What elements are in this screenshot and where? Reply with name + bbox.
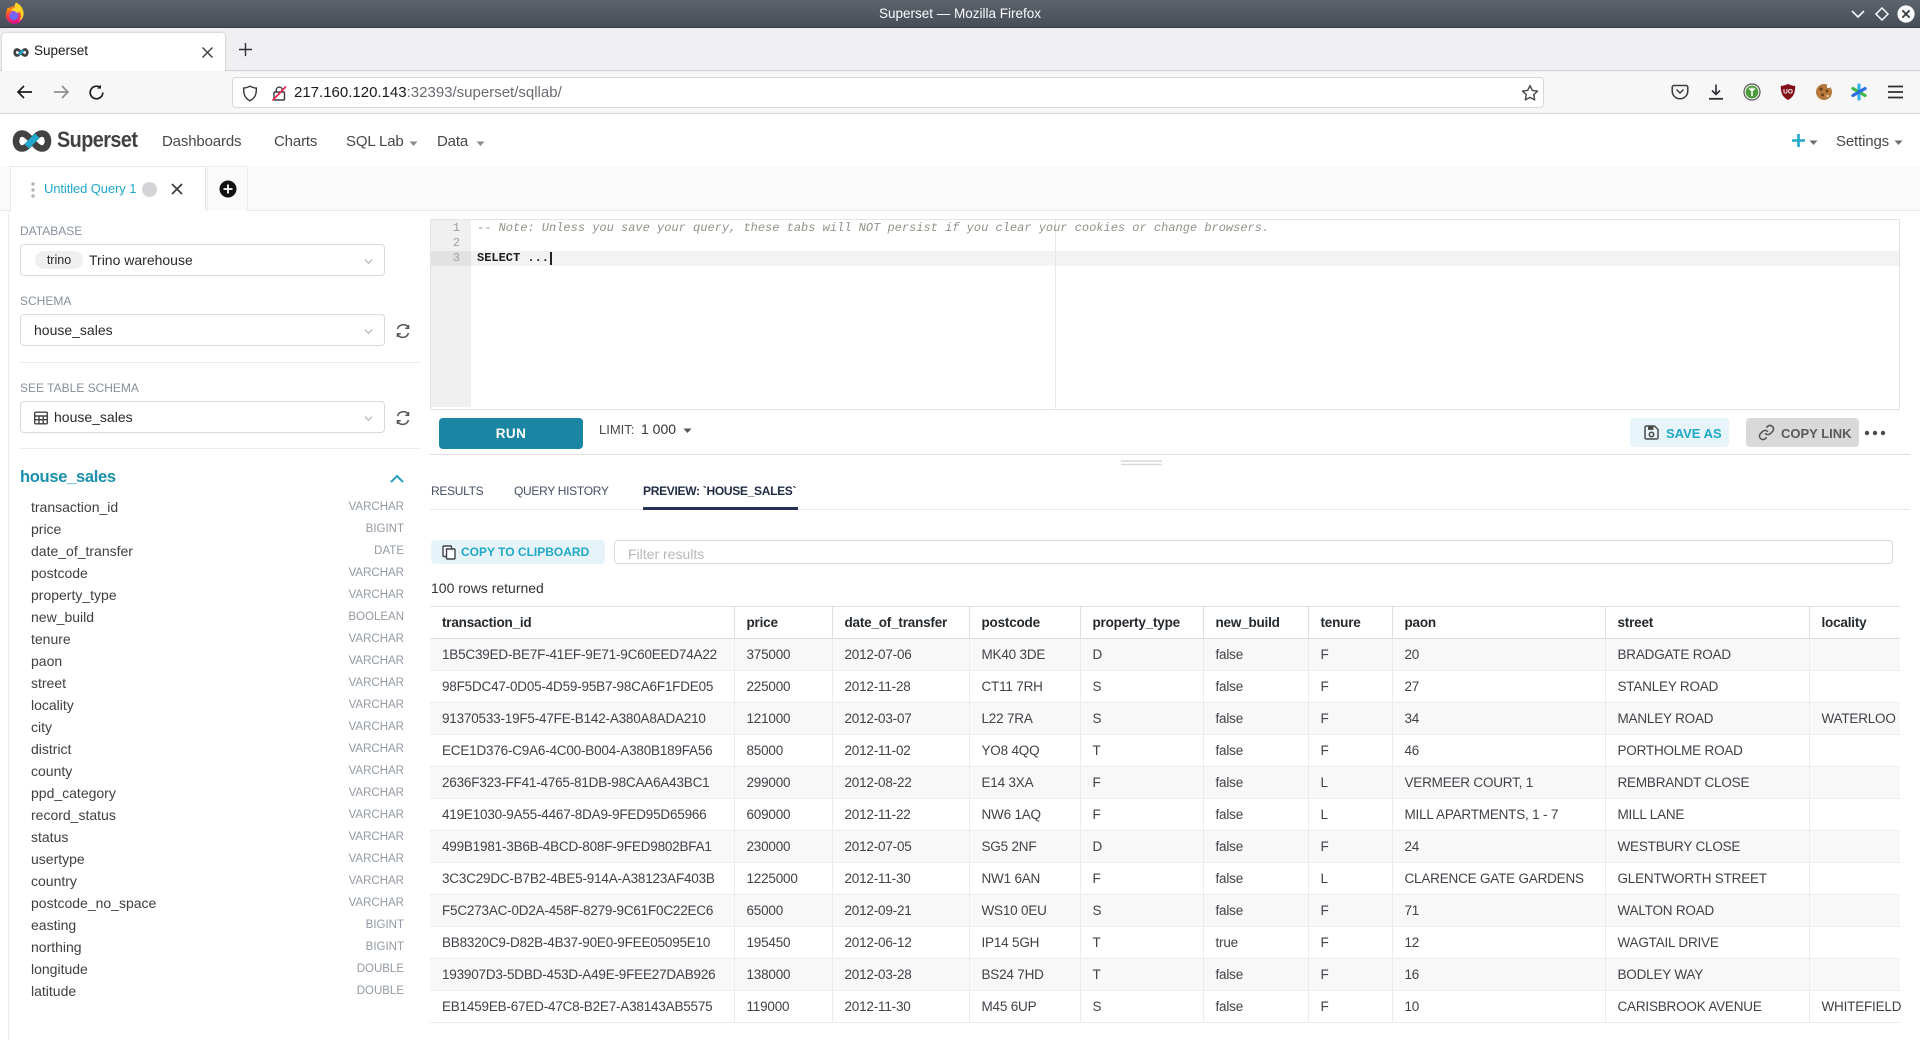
- svg-text:UO: UO: [1783, 89, 1793, 96]
